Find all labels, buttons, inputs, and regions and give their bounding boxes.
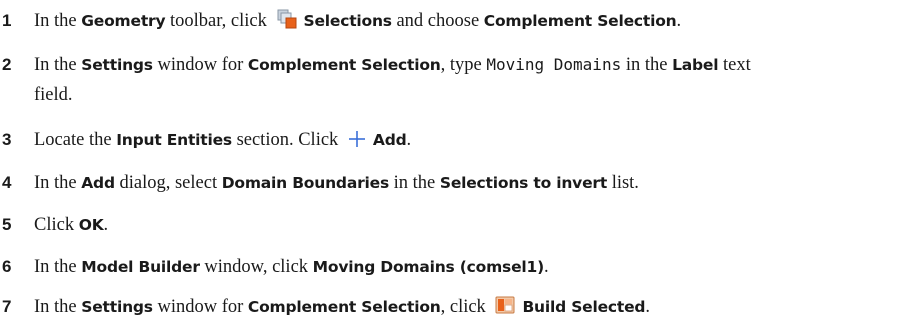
selections-label: Selections <box>303 12 393 30</box>
build-selected-icon <box>494 294 516 316</box>
moving-domains-node-label: Moving Domains (comsel1) <box>312 258 545 276</box>
complement-selection-label: Complement Selection <box>247 298 441 316</box>
input-entities-label: Input Entities <box>116 131 232 149</box>
build-selected-label: Build Selected <box>522 298 646 316</box>
geometry-toolbar-label: Geometry <box>81 12 166 30</box>
typed-value: Moving Domains <box>486 55 622 74</box>
step-number: 5 <box>2 215 12 234</box>
ok-label: OK <box>78 216 104 234</box>
selections-icon <box>276 8 298 30</box>
step-number: 4 <box>2 173 12 192</box>
complement-selection-label: Complement Selection <box>247 56 441 74</box>
step-number: 7 <box>2 297 12 316</box>
step-number: 1 <box>2 11 12 30</box>
step-number: 3 <box>2 130 12 149</box>
complement-selection-label: Complement Selection <box>483 12 677 30</box>
add-icon <box>347 129 367 149</box>
step-number: 6 <box>2 257 12 276</box>
settings-window-label: Settings <box>81 298 153 316</box>
domain-boundaries-label: Domain Boundaries <box>221 174 389 192</box>
model-builder-label: Model Builder <box>81 258 200 276</box>
add-dialog-label: Add <box>81 174 115 192</box>
add-label: Add <box>372 131 407 149</box>
label-field-label: Label <box>672 56 719 74</box>
settings-window-label: Settings <box>81 56 153 74</box>
selections-to-invert-label: Selections to invert <box>439 174 608 192</box>
step-number: 2 <box>2 55 12 74</box>
